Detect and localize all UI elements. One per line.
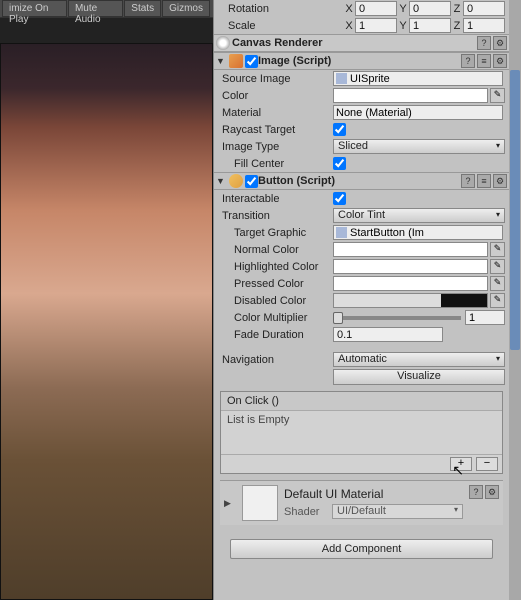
canvas-renderer-title: Canvas Renderer — [232, 37, 477, 49]
image-component-header[interactable]: ▼ Image (Script) ?≡⚙ — [214, 52, 509, 70]
axis-z-label: Z — [451, 3, 463, 15]
onclick-header: On Click () — [221, 392, 502, 411]
scale-x-field[interactable] — [355, 18, 397, 33]
material-section[interactable]: ▶ Default UI Material Shader UI/Default … — [220, 480, 503, 525]
highlighted-color-label: Highlighted Color — [218, 261, 333, 273]
navigation-dropdown[interactable]: Automatic — [333, 352, 505, 367]
gear-icon[interactable]: ⚙ — [493, 174, 507, 188]
canvas-renderer-icon — [216, 36, 230, 50]
eyedropper-icon[interactable]: ✎ — [490, 276, 505, 291]
image-color-field[interactable] — [333, 88, 488, 103]
axis-x-label: X — [343, 3, 355, 15]
rotation-z-field[interactable] — [463, 1, 505, 16]
button-title: Button (Script) — [258, 175, 461, 187]
material-label: Material — [218, 107, 333, 119]
eyedropper-icon[interactable]: ✎ — [490, 259, 505, 274]
help-icon[interactable]: ? — [469, 485, 483, 499]
color-label: Color — [218, 90, 333, 102]
eyedropper-icon[interactable]: ✎ — [490, 293, 505, 308]
color-multiplier-label: Color Multiplier — [218, 312, 333, 324]
foldout-icon[interactable]: ▶ — [224, 498, 234, 509]
inspector-panel: Rotation X Y Z Scale X Y Z Canvas Render… — [213, 0, 521, 600]
image-icon — [229, 54, 243, 68]
button-icon — [229, 174, 243, 188]
button-enabled-checkbox[interactable] — [245, 175, 258, 188]
target-graphic-label: Target Graphic — [218, 227, 333, 239]
material-field[interactable]: None (Material) — [333, 105, 503, 120]
transition-label: Transition — [218, 210, 333, 222]
raycast-target-checkbox[interactable] — [333, 123, 346, 136]
game-toolbar: imize On Play Mute Audio Stats Gizmos — [0, 0, 213, 18]
image-type-label: Image Type — [218, 141, 333, 153]
image-enabled-checkbox[interactable] — [245, 55, 258, 68]
stats-button[interactable]: Stats — [124, 0, 161, 17]
game-viewport[interactable] — [0, 43, 213, 600]
help-icon[interactable]: ? — [461, 54, 475, 68]
preset-icon[interactable]: ≡ — [477, 54, 491, 68]
scrollbar-thumb[interactable] — [510, 70, 520, 350]
scale-z-field[interactable] — [463, 18, 505, 33]
material-preview-icon — [242, 485, 278, 521]
fade-duration-field[interactable] — [333, 327, 443, 342]
gear-icon[interactable]: ⚙ — [493, 36, 507, 50]
canvas-renderer-header[interactable]: Canvas Renderer ?⚙ — [214, 34, 509, 52]
fade-duration-label: Fade Duration — [218, 329, 333, 341]
fill-center-checkbox[interactable] — [333, 157, 346, 170]
normal-color-label: Normal Color — [218, 244, 333, 256]
button-component-header[interactable]: ▼ Button (Script) ?≡⚙ — [214, 172, 509, 190]
rotation-x-field[interactable] — [355, 1, 397, 16]
preset-icon[interactable]: ≡ — [477, 174, 491, 188]
visualize-button[interactable]: Visualize — [333, 369, 505, 385]
disabled-color-label: Disabled Color — [218, 295, 333, 307]
rotation-label: Rotation — [228, 3, 343, 15]
normal-color-field[interactable] — [333, 242, 488, 257]
gear-icon[interactable]: ⚙ — [485, 485, 499, 499]
mute-audio-button[interactable]: Mute Audio — [68, 0, 123, 17]
onclick-empty-text: List is Empty — [221, 411, 502, 454]
scale-label: Scale — [228, 20, 343, 32]
navigation-label: Navigation — [218, 354, 333, 366]
eyedropper-icon[interactable]: ✎ — [490, 242, 505, 257]
maximize-on-play-button[interactable]: imize On Play — [2, 0, 67, 17]
color-multiplier-slider[interactable] — [333, 316, 461, 320]
source-image-label: Source Image — [218, 73, 333, 85]
pressed-color-field[interactable] — [333, 276, 488, 291]
help-icon[interactable]: ? — [477, 36, 491, 50]
highlighted-color-field[interactable] — [333, 259, 488, 274]
image-title: Image (Script) — [258, 55, 461, 67]
target-graphic-field[interactable]: StartButton (Im — [333, 225, 503, 240]
interactable-checkbox[interactable] — [333, 192, 346, 205]
fill-center-label: Fill Center — [218, 158, 333, 170]
foldout-icon[interactable]: ▼ — [216, 176, 227, 187]
axis-y-label: Y — [397, 3, 409, 15]
shader-dropdown[interactable]: UI/Default — [332, 504, 463, 519]
raycast-label: Raycast Target — [218, 124, 333, 136]
help-icon[interactable]: ? — [461, 174, 475, 188]
disabled-color-field[interactable] — [333, 293, 488, 308]
interactable-label: Interactable — [218, 193, 333, 205]
shader-label: Shader — [284, 506, 332, 518]
pressed-color-label: Pressed Color — [218, 278, 333, 290]
onclick-event-list: On Click () List is Empty + − ↖ — [220, 391, 503, 474]
rotation-y-field[interactable] — [409, 1, 451, 16]
transition-dropdown[interactable]: Color Tint — [333, 208, 505, 223]
sprite-icon — [336, 227, 347, 238]
remove-event-button[interactable]: − — [476, 457, 498, 471]
gear-icon[interactable]: ⚙ — [493, 54, 507, 68]
eyedropper-icon[interactable]: ✎ — [490, 88, 505, 103]
add-event-button[interactable]: + — [450, 457, 472, 471]
image-type-dropdown[interactable]: Sliced — [333, 139, 505, 154]
material-title: Default UI Material — [284, 487, 463, 501]
inspector-scrollbar[interactable] — [509, 0, 521, 600]
gizmos-button[interactable]: Gizmos — [162, 0, 210, 17]
add-component-button[interactable]: Add Component — [230, 539, 493, 559]
sprite-icon — [336, 73, 347, 84]
foldout-icon[interactable]: ▼ — [216, 56, 227, 67]
color-multiplier-field[interactable] — [465, 310, 505, 325]
scale-y-field[interactable] — [409, 18, 451, 33]
source-image-field[interactable]: UISprite — [333, 71, 503, 86]
